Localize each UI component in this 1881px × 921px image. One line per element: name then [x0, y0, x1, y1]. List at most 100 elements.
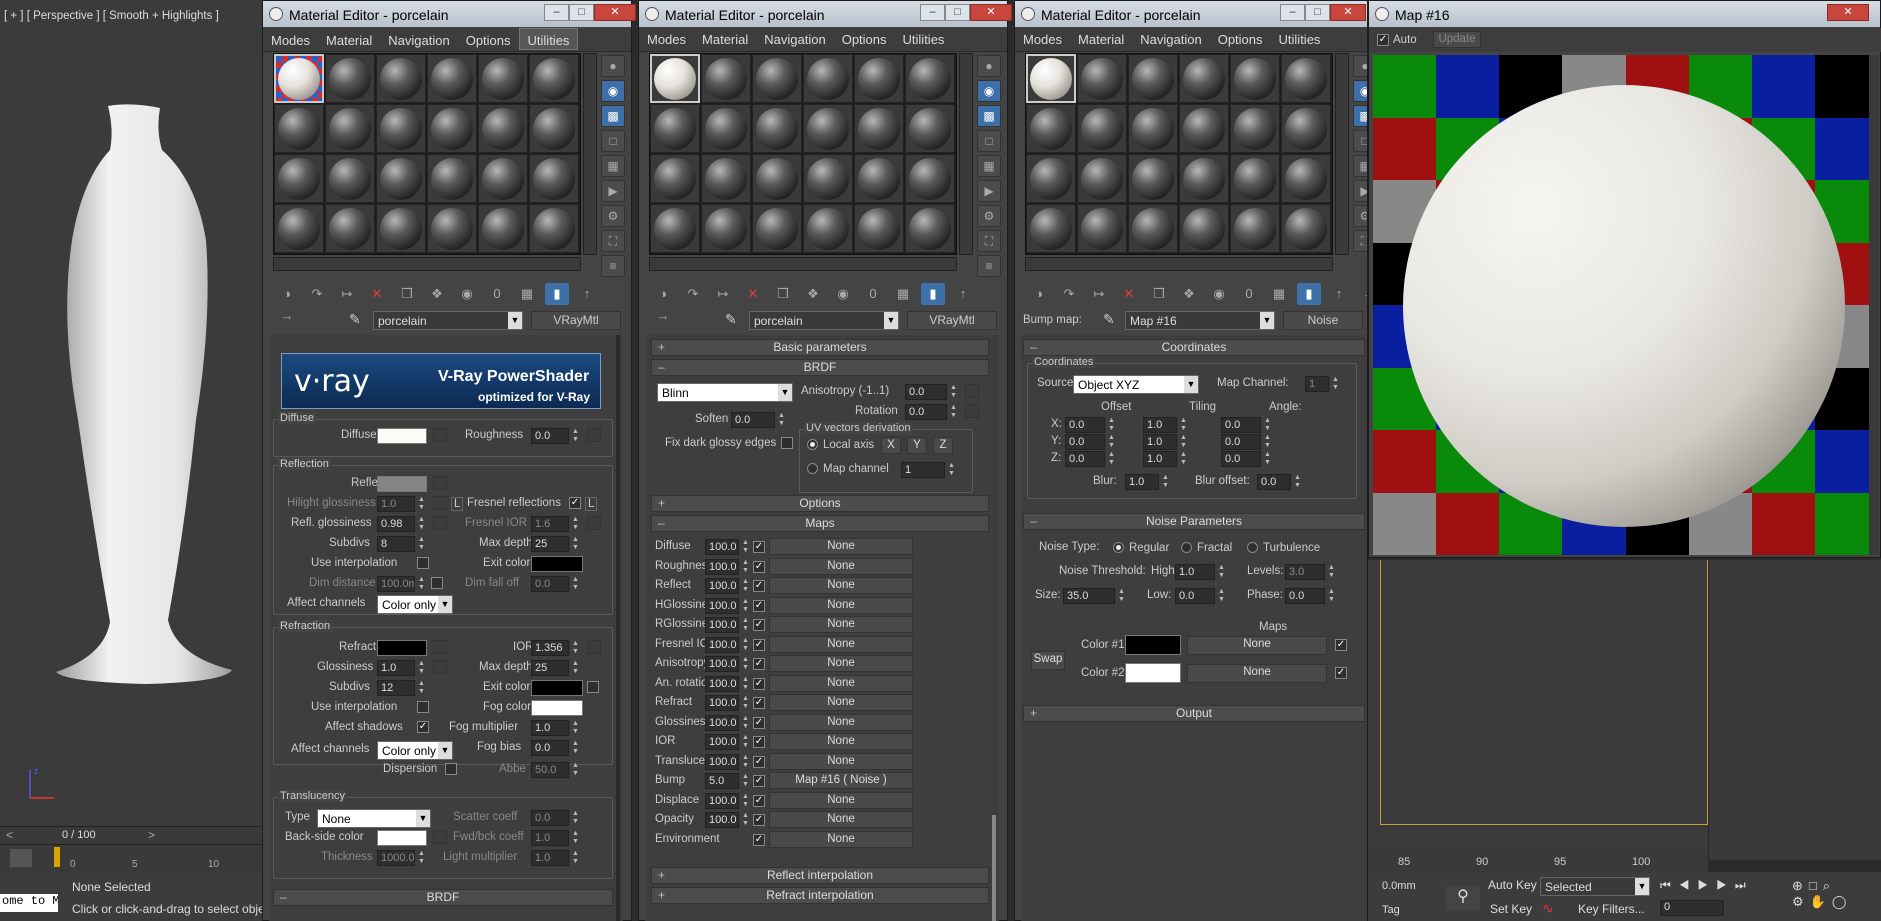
select-by-material-icon[interactable]: ⛶ [601, 230, 625, 252]
spinner-icon[interactable]: ▲ ▼ [571, 740, 580, 756]
sample-slot[interactable] [650, 154, 700, 203]
slots-horizontal-scrollbar[interactable] [649, 257, 957, 271]
spinner-icon[interactable]: ▲ ▼ [1331, 376, 1340, 392]
sample-slot[interactable] [1077, 54, 1127, 103]
backlight-icon[interactable]: ◉ [1353, 80, 1367, 102]
spinner-icon[interactable]: ▲ ▼ [417, 660, 426, 676]
sample-slot[interactable] [1128, 54, 1178, 103]
minimize-button[interactable]: – [1280, 4, 1305, 21]
lock-fresnel-button[interactable]: L [585, 497, 598, 511]
color2-swatch[interactable] [1125, 663, 1181, 683]
map-row-checkbox[interactable]: ✓ [753, 599, 765, 612]
sample-slot[interactable] [752, 104, 802, 153]
sample-slot[interactable] [854, 54, 904, 103]
menu-modes[interactable]: Modes [639, 28, 694, 50]
key-filters-button[interactable]: Key Filters... [1578, 902, 1645, 916]
sample-slot[interactable] [701, 154, 751, 203]
sample-slot[interactable] [1077, 104, 1127, 153]
sample-slot[interactable] [701, 204, 751, 253]
material-id-icon[interactable]: 0 [1237, 283, 1261, 305]
rollout-basic-parameters[interactable]: + Basic parameters [651, 339, 989, 356]
spinner-icon[interactable]: ▲ ▼ [571, 830, 580, 846]
uv-tiling-icon[interactable]: □ [601, 130, 625, 152]
spinner-icon[interactable]: ▲ ▼ [1107, 434, 1116, 450]
spinner-icon[interactable]: ▲ ▼ [949, 384, 958, 400]
spinner-icon[interactable]: ▲ ▼ [741, 637, 750, 653]
menu-material[interactable]: Material [694, 28, 756, 50]
menu-modes[interactable]: Modes [263, 29, 318, 51]
map-row-map-button[interactable]: None [769, 733, 913, 750]
make-unique-icon[interactable]: ❖ [425, 283, 449, 305]
sample-slot[interactable] [325, 104, 375, 153]
rollout-brdf[interactable]: – BRDF [273, 889, 613, 906]
spinner-icon[interactable]: ▲ ▼ [741, 656, 750, 672]
menu-material[interactable]: Material [318, 29, 380, 51]
menu-navigation[interactable]: Navigation [1132, 28, 1209, 50]
slots-vertical-scrollbar[interactable] [959, 53, 973, 255]
maximize-button[interactable]: □ [569, 4, 594, 21]
reflect-map-button[interactable] [433, 476, 447, 490]
map-channel-radio[interactable] [807, 463, 818, 474]
angle-field[interactable]: 0.0 [1221, 451, 1261, 467]
map-row-map-button[interactable]: None [769, 557, 913, 575]
make-preview-icon[interactable]: ▶ [1353, 180, 1367, 202]
map-row-amount[interactable]: 100.0 [705, 636, 739, 653]
selection-set-dropdown[interactable]: Selected ▼ [1540, 877, 1650, 896]
fog-multiplier-field[interactable]: 1.0 [531, 720, 569, 736]
menu-utilities[interactable]: Utilities [518, 28, 579, 50]
affect-channels-dropdown[interactable]: Color only ▼ [377, 595, 453, 614]
sample-slot[interactable] [1179, 104, 1229, 153]
rg-map-button[interactable] [433, 516, 447, 530]
thickness-field[interactable]: 1000.0 [377, 850, 415, 866]
sample-slot[interactable] [427, 154, 477, 203]
sample-slot[interactable] [1230, 54, 1280, 103]
sample-slot[interactable] [376, 54, 426, 103]
parameters-panel[interactable]: + Basic parameters – BRDF Blinn ▼ Anisotrop… [645, 335, 999, 921]
offset-field[interactable]: 0.0 [1065, 417, 1105, 433]
spinner-icon[interactable]: ▲ ▼ [571, 810, 580, 826]
assign-material-icon[interactable]: ↦ [1087, 283, 1111, 305]
uv-tiling-icon[interactable]: □ [977, 130, 1001, 152]
offset-field[interactable]: 0.0 [1065, 451, 1105, 467]
refl-glossiness-field[interactable]: 0.98 [377, 516, 415, 532]
spinner-icon[interactable]: ▲ ▼ [571, 516, 580, 532]
scatter-coeff-field[interactable]: 0.0 [531, 810, 569, 826]
map-channel-field[interactable]: 1 [901, 462, 945, 478]
sample-slot[interactable] [803, 54, 853, 103]
high-field[interactable]: 1.0 [1175, 564, 1215, 580]
slots-vertical-scrollbar[interactable] [1335, 53, 1349, 255]
make-unique-icon[interactable]: ❖ [1177, 283, 1201, 305]
rollout-options[interactable]: + Options [651, 495, 989, 512]
map-row-amount[interactable]: 100.0 [705, 617, 739, 633]
refract-swatch[interactable] [377, 640, 427, 656]
sample-slot[interactable] [529, 104, 579, 153]
eyedropper-icon[interactable]: ✎ [1103, 311, 1115, 328]
sample-slot[interactable] [854, 154, 904, 203]
spinner-icon[interactable]: ▲ ▼ [741, 793, 750, 809]
spinner-icon[interactable]: ▲ ▼ [741, 715, 750, 731]
back-side-map-button[interactable] [433, 830, 447, 844]
map-row-map-button[interactable]: None [769, 538, 913, 555]
sample-slot[interactable] [854, 104, 904, 153]
light-multiplier-field[interactable]: 1.0 [531, 850, 569, 866]
sample-type-icon[interactable]: ● [977, 55, 1001, 77]
turbulence-radio[interactable] [1247, 542, 1258, 553]
local-axis-radio[interactable] [807, 439, 818, 450]
map-row-checkbox[interactable]: ✓ [753, 677, 765, 690]
slots-horizontal-scrollbar[interactable] [1025, 257, 1333, 271]
material-type-button[interactable]: VRayMtl [907, 311, 997, 330]
sample-slot[interactable] [701, 54, 751, 103]
spinner-icon[interactable]: ▲ ▼ [417, 680, 426, 696]
uv-tiling-icon[interactable]: □ [1353, 130, 1367, 152]
sample-slot[interactable] [376, 104, 426, 153]
fog-color-swatch[interactable] [531, 700, 583, 716]
maxscript-listener[interactable]: ome to M [0, 894, 58, 912]
add-tag[interactable]: Tag [1382, 904, 1400, 916]
sample-slot[interactable] [1230, 154, 1280, 203]
get-material-icon[interactable]: ◑ [275, 283, 299, 305]
spinner-icon[interactable]: ▲ ▼ [571, 660, 580, 676]
spinner-icon[interactable]: ▲ ▼ [1217, 564, 1226, 580]
param-scrollbar[interactable] [992, 815, 996, 921]
map-row-checkbox[interactable]: ✓ [753, 658, 765, 670]
backlight-icon[interactable]: ◉ [601, 80, 625, 102]
